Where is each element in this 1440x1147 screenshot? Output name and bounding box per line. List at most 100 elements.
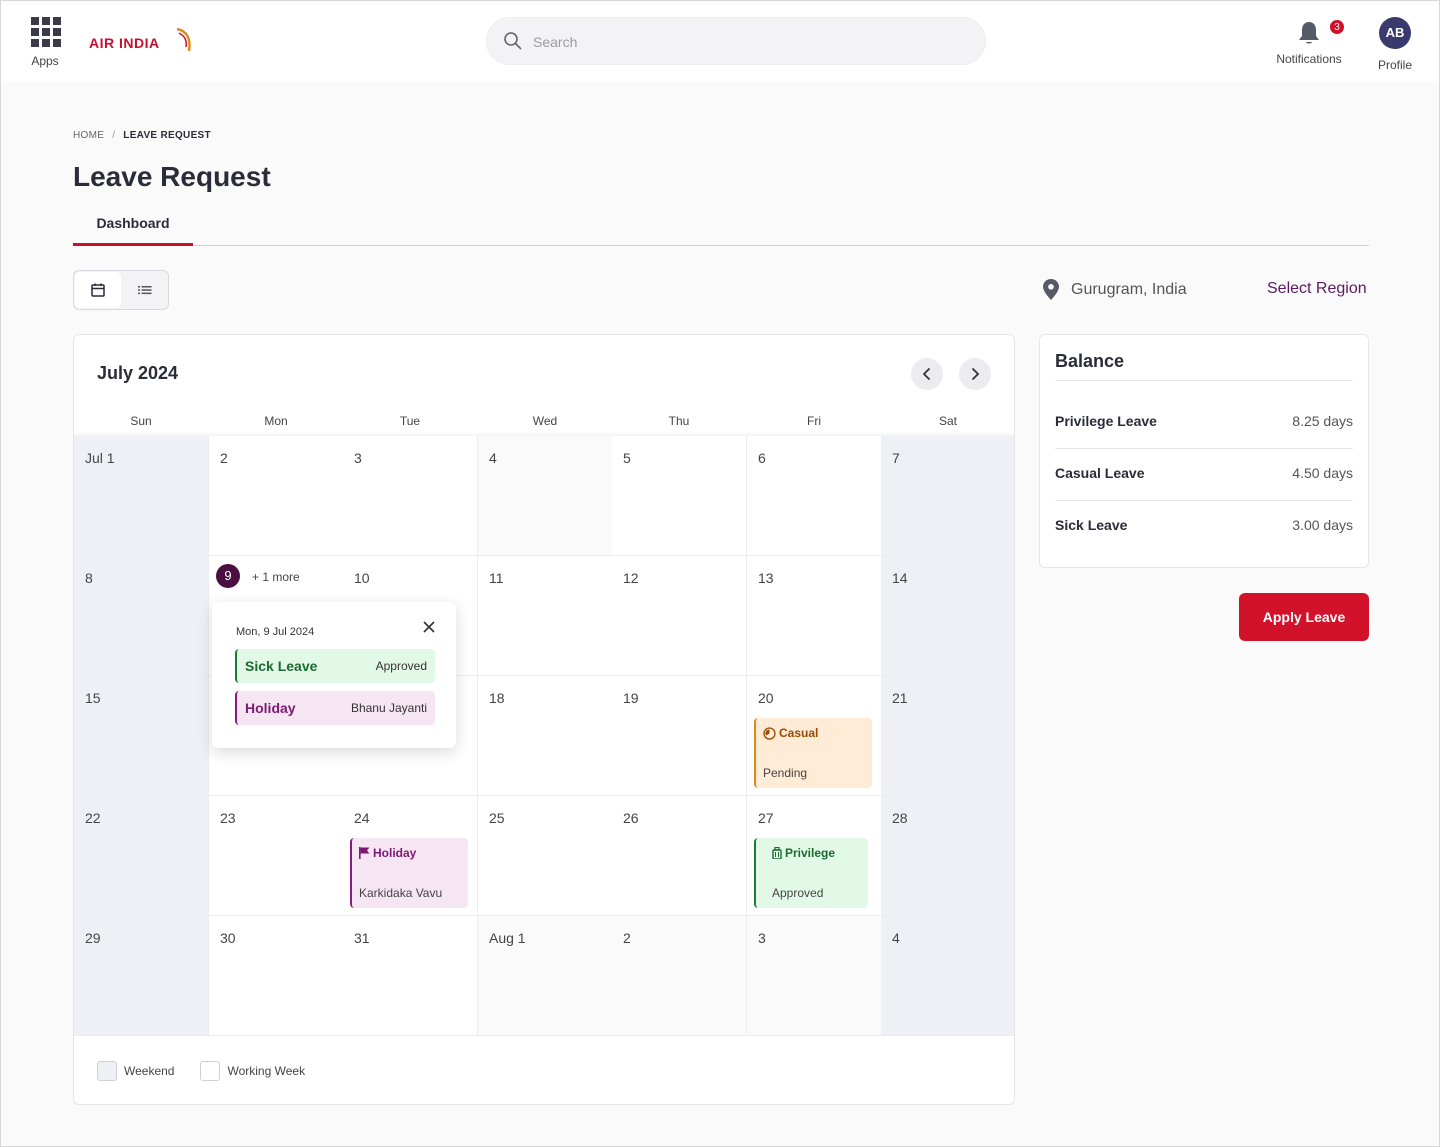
day-cell[interactable]: 5 [612, 436, 747, 556]
event-title-text: Privilege [785, 846, 836, 860]
flag-icon [359, 847, 370, 859]
notifications-button[interactable]: 3 Notifications [1269, 19, 1349, 66]
popover-item-sick-leave[interactable]: Sick Leave Approved [235, 649, 435, 683]
popover-item-detail: Approved [375, 659, 427, 673]
calendar-legend: Weekend Working Week [97, 1061, 305, 1081]
balance-row-privilege: Privilege Leave 8.25 days [1055, 413, 1353, 429]
day-number: 14 [892, 570, 908, 586]
balance-leave-name: Privilege Leave [1055, 413, 1157, 429]
day-number: 4 [489, 450, 497, 466]
day-cell[interactable]: 4 [478, 436, 613, 556]
luggage-icon [772, 847, 782, 859]
day-cell[interactable]: 23 [209, 796, 344, 916]
list-view-button[interactable] [122, 272, 168, 308]
divider [1055, 500, 1353, 501]
event-title-text: Casual [779, 726, 819, 740]
popover-date: Mon, 9 Jul 2024 [236, 626, 315, 638]
previous-month-button[interactable] [911, 358, 943, 390]
event-holiday[interactable]: Holiday Karkidaka Vavu [350, 838, 468, 908]
day-number: 10 [354, 570, 370, 586]
day-cell[interactable]: 7 [881, 436, 1014, 556]
day-cell[interactable]: 27 Privilege Approved [747, 796, 882, 916]
day-number: 3 [758, 930, 766, 946]
day-cell[interactable]: 28 [881, 796, 1014, 916]
day-cell[interactable]: 31 [343, 916, 478, 1036]
apply-leave-button[interactable]: Apply Leave [1239, 593, 1369, 641]
day-cell[interactable]: 19 [612, 676, 747, 796]
working-week-swatch [200, 1061, 221, 1081]
selected-day-badge: 9 [216, 564, 240, 588]
event-privilege-leave[interactable]: Privilege Approved [754, 838, 868, 908]
search-input[interactable] [533, 30, 953, 54]
day-cell[interactable]: 2 [612, 916, 747, 1036]
day-cell[interactable]: 4 [881, 916, 1014, 1036]
breadcrumb-home[interactable]: HOME [73, 130, 104, 141]
day-cell[interactable]: 25 [478, 796, 613, 916]
close-popover-button[interactable] [420, 618, 438, 636]
day-number: 18 [489, 690, 505, 706]
day-cell[interactable]: 15 [74, 676, 209, 796]
day-events-popover: Mon, 9 Jul 2024 Sick Leave Approved Holi… [212, 602, 456, 748]
day-cell[interactable]: 13 [747, 556, 882, 676]
event-casual-leave[interactable]: Casual Pending [754, 718, 872, 788]
breadcrumb-separator: / [112, 130, 116, 141]
day-number: 5 [623, 450, 631, 466]
day-cell[interactable]: 6 [747, 436, 882, 556]
day-number: Aug 1 [489, 930, 526, 946]
day-number: 6 [758, 450, 766, 466]
balance-leave-name: Sick Leave [1055, 517, 1128, 533]
calendar-view-button[interactable] [75, 272, 121, 308]
balance-leave-value: 3.00 days [1292, 517, 1353, 533]
day-cell[interactable]: 3 [343, 436, 478, 556]
day-number: 27 [758, 810, 774, 826]
legend-weekend-label: Weekend [124, 1064, 175, 1078]
weekday-header-wed: Wed [532, 414, 558, 428]
next-month-button[interactable] [959, 358, 991, 390]
day-cell[interactable]: 22 [74, 796, 209, 916]
weekday-header-sat: Sat [938, 414, 957, 428]
day-cell[interactable]: 2 [209, 436, 344, 556]
avatar: AB [1379, 17, 1411, 49]
day-cell[interactable]: 12 [612, 556, 747, 676]
air-india-logo[interactable]: AIR INDIA [89, 27, 193, 53]
day-cell[interactable]: 24 Holiday Karkidaka Vavu [343, 796, 478, 916]
popover-item-name: Sick Leave [245, 658, 318, 674]
day-number: 23 [220, 810, 236, 826]
select-region-link[interactable]: Select Region [1267, 280, 1367, 298]
balance-title: Balance [1055, 351, 1125, 371]
day-cell[interactable]: 29 [74, 916, 209, 1036]
day-number: Jul 1 [85, 450, 115, 466]
day-cell[interactable]: 26 [612, 796, 747, 916]
day-number: 29 [85, 930, 101, 946]
day-cell[interactable]: 14 [881, 556, 1014, 676]
more-events-link[interactable]: + 1 more [252, 570, 300, 584]
day-cell[interactable]: 3 [747, 916, 882, 1036]
tab-dashboard[interactable]: Dashboard [73, 205, 193, 246]
day-cell[interactable]: 11 [478, 556, 613, 676]
day-number: 13 [758, 570, 774, 586]
event-name: Karkidaka Vavu [359, 886, 443, 900]
weekday-header-fri: Fri [807, 414, 821, 428]
day-number: 20 [758, 690, 774, 706]
logo-text: AIR INDIA [89, 35, 160, 51]
event-title: Holiday [359, 846, 468, 860]
profile-button[interactable]: AB Profile [1371, 17, 1419, 72]
day-number: 30 [220, 930, 236, 946]
search-icon [504, 32, 522, 50]
day-number: 4 [892, 930, 900, 946]
profile-label: Profile [1377, 58, 1412, 72]
event-status: Approved [772, 886, 824, 900]
search-bar[interactable] [486, 17, 986, 65]
divider [1055, 380, 1353, 381]
day-cell[interactable]: Jul 1 [74, 436, 209, 556]
top-bar: Apps AIR INDIA 3 Notifications AB Profil… [1, 1, 1439, 81]
day-cell[interactable]: Aug 1 [478, 916, 613, 1036]
day-cell[interactable]: 20 Casual Pending [747, 676, 882, 796]
logo-swoosh-icon [176, 27, 191, 52]
day-cell[interactable]: 8 [74, 556, 209, 676]
day-cell[interactable]: 18 [478, 676, 613, 796]
day-cell[interactable]: 30 [209, 916, 344, 1036]
popover-item-holiday[interactable]: Holiday Bhanu Jayanti [235, 691, 435, 725]
day-cell[interactable]: 21 [881, 676, 1014, 796]
apps-launcher[interactable]: Apps [23, 17, 67, 68]
